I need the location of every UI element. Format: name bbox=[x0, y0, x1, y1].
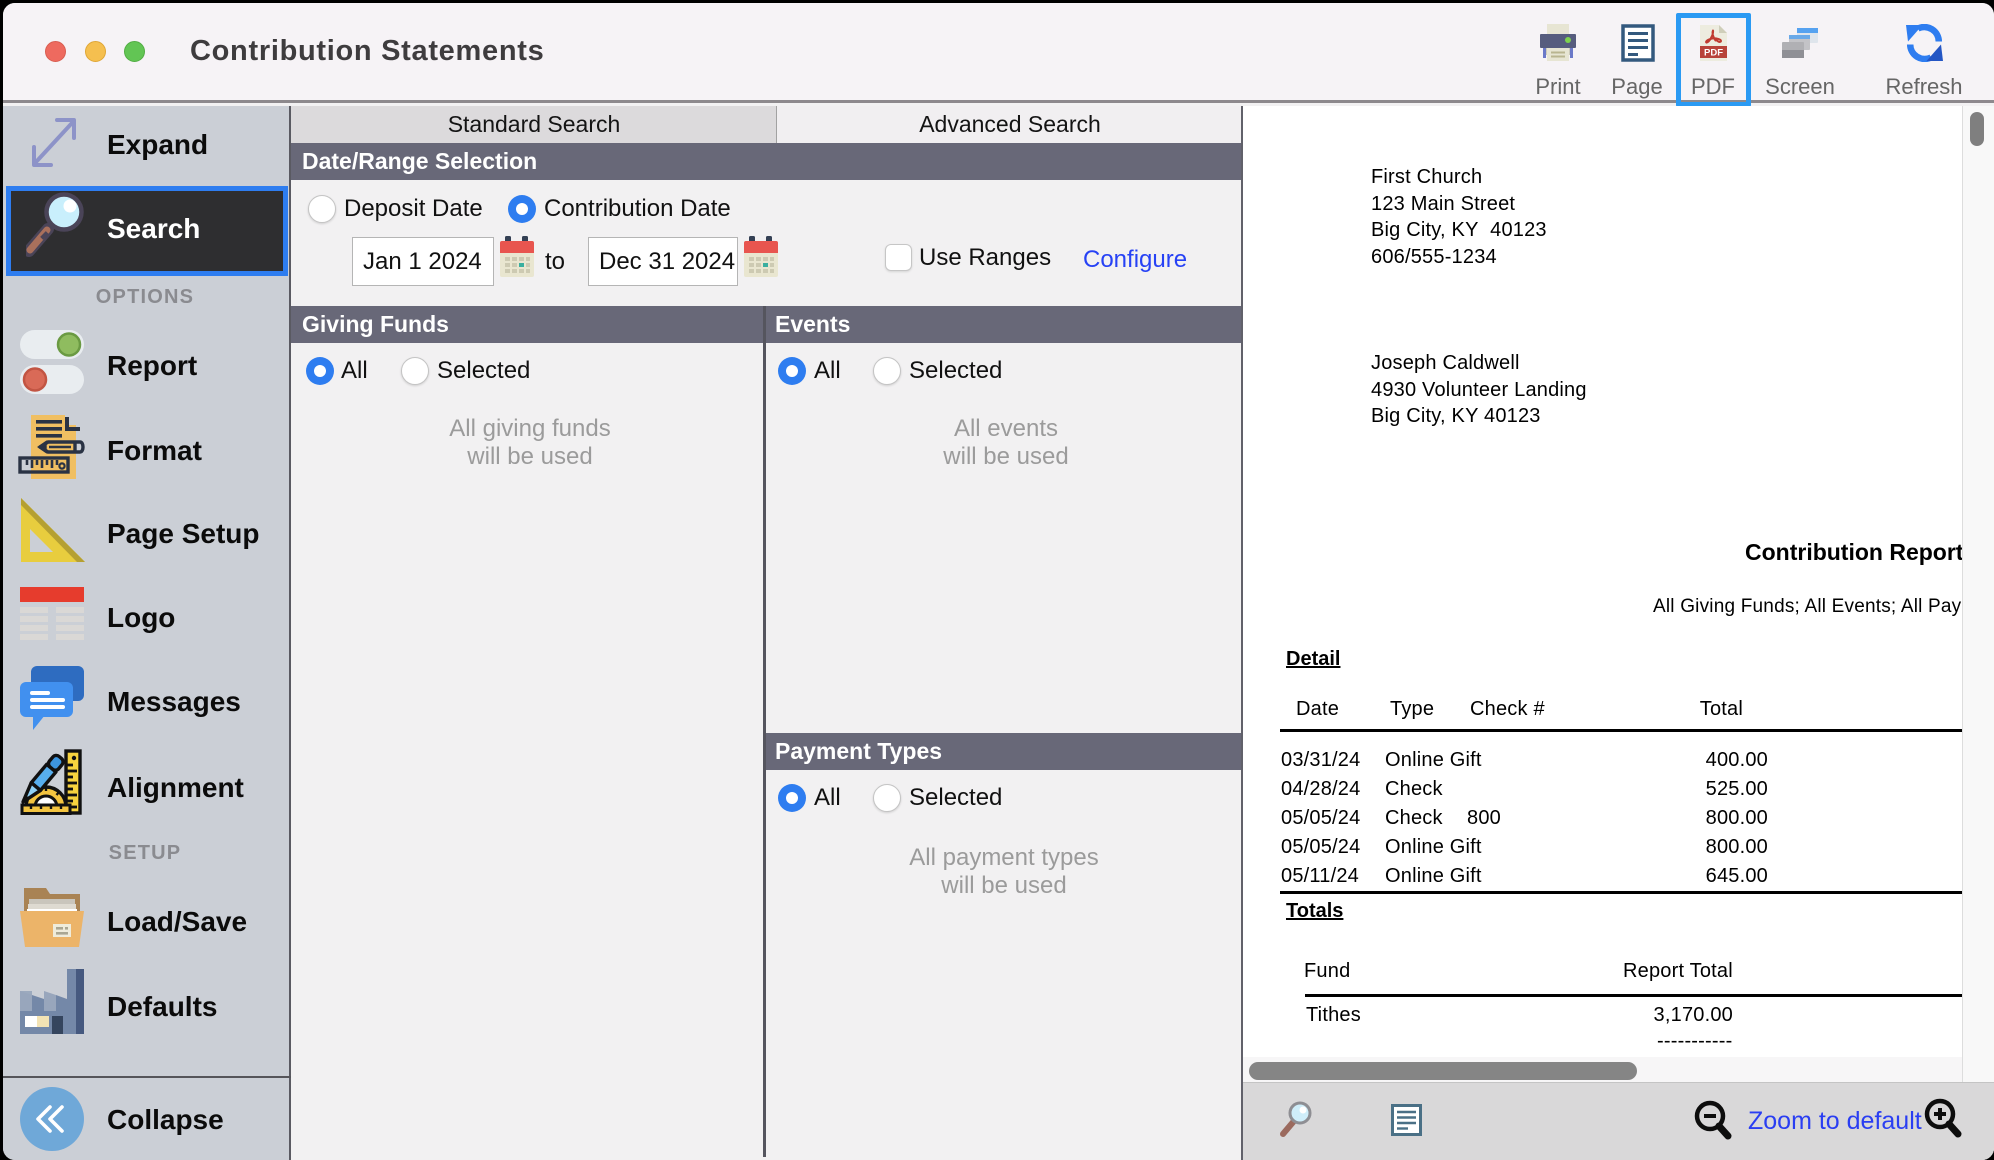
svg-text:PDF: PDF bbox=[1704, 48, 1723, 59]
